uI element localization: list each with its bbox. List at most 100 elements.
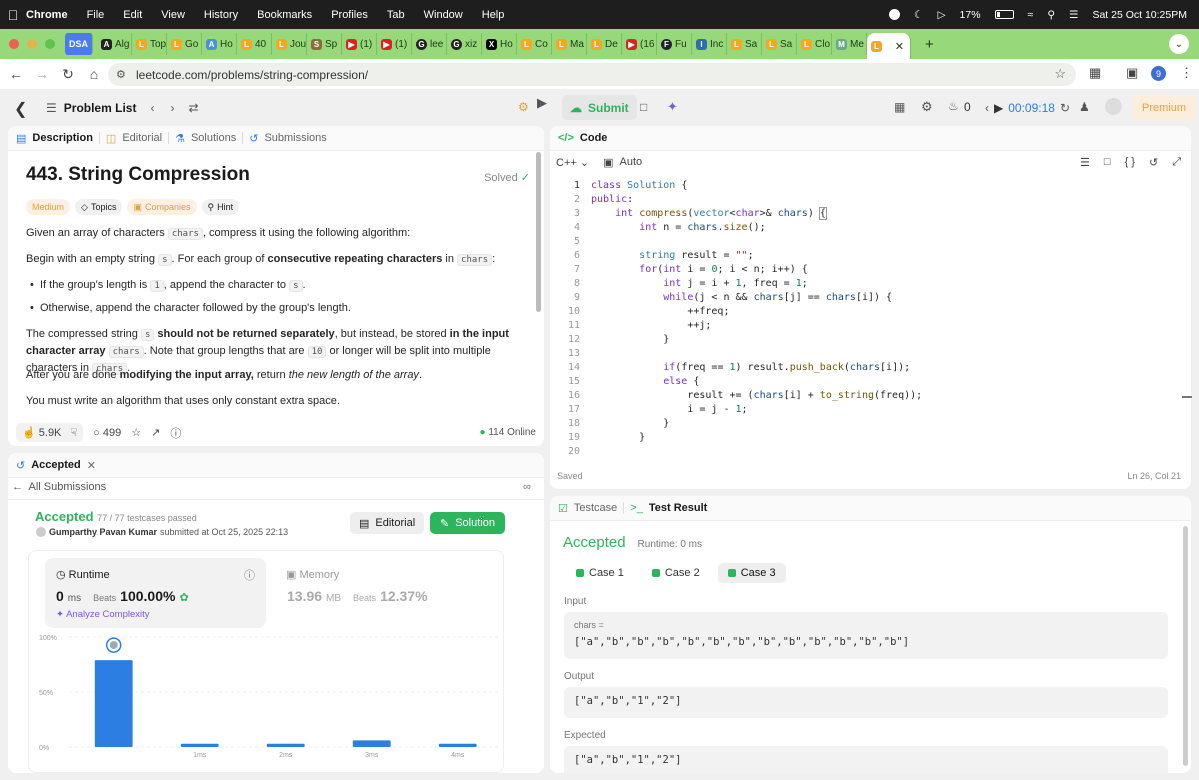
analyze-complexity-link[interactable]: ✦ Analyze Complexity xyxy=(56,609,150,620)
menu-window[interactable]: Window xyxy=(424,9,463,21)
editorial-button[interactable]: ▤ Editorial xyxy=(350,512,425,534)
premium-button[interactable]: Premium xyxy=(1132,95,1197,120)
runtime-distribution-chart[interactable]: 100% 50% 0% 1ms 2ms 3ms 4ms xyxy=(29,629,503,773)
menu-file[interactable]: File xyxy=(87,9,105,21)
layout-icon[interactable]: ▦ xyxy=(894,100,905,114)
browser-tab[interactable]: L De xyxy=(587,33,622,55)
user-avatar[interactable] xyxy=(36,527,46,537)
run-button[interactable]: ▶ xyxy=(537,95,547,111)
clock[interactable]: Sat 25 Oct 10:25PM xyxy=(1092,9,1187,21)
media-icon[interactable]: ▣ xyxy=(1126,65,1138,81)
menu-chrome[interactable]: Chrome xyxy=(26,9,68,21)
wifi-icon[interactable]: ≈ xyxy=(1028,9,1034,21)
case-1-tab[interactable]: Case 1 xyxy=(566,563,634,583)
tab-group-dsa[interactable]: DSA xyxy=(65,33,93,55)
timer-collapse-icon[interactable]: ‹ xyxy=(985,101,989,115)
browser-tab[interactable]: L 40 xyxy=(237,33,272,55)
scrollbar[interactable] xyxy=(1183,526,1188,766)
help-icon[interactable]: ⓘ xyxy=(170,425,181,441)
profile-avatar[interactable]: 9 xyxy=(1151,66,1166,81)
browser-tab[interactable]: F Fu xyxy=(657,33,692,55)
splitter-handle-icon[interactable] xyxy=(1182,396,1192,398)
add-friend-icon[interactable]: ♟ xyxy=(1079,100,1090,114)
star-icon[interactable]: ☆ xyxy=(131,426,141,439)
browser-tab[interactable]: M Me xyxy=(832,33,867,55)
format-icon[interactable]: ☰ xyxy=(1080,156,1090,169)
shuffle-icon[interactable]: ⇄ xyxy=(188,101,198,115)
browser-tab[interactable]: L Top xyxy=(132,33,167,55)
close-window-button[interactable] xyxy=(9,39,19,49)
browser-tab[interactable]: L Sa xyxy=(727,33,762,55)
home-icon[interactable]: ⌂ xyxy=(81,66,107,82)
browser-tab[interactable]: ▶ (16 xyxy=(622,33,657,55)
play-circle-icon[interactable]: ▷ xyxy=(937,9,945,21)
record-icon[interactable] xyxy=(889,9,901,20)
browser-tab[interactable]: ▶ (1) xyxy=(377,33,412,55)
search-icon[interactable]: ⚲ xyxy=(1047,9,1055,21)
browser-tab[interactable]: S Sp xyxy=(307,33,342,55)
memory-label-row[interactable]: ▣ Memory xyxy=(286,568,339,581)
new-tab-button[interactable]: + xyxy=(925,36,934,53)
companies-pill[interactable]: ▣ Companies xyxy=(127,199,197,215)
reload-icon[interactable]: ↻ xyxy=(55,66,81,83)
debug-icon[interactable]: ⚙ xyxy=(518,100,529,114)
menu-profiles[interactable]: Profiles xyxy=(331,9,368,21)
browser-tab[interactable]: Gxiz xyxy=(447,33,482,55)
leetcode-logo-icon[interactable]: ❮ xyxy=(14,99,30,118)
streak-fire-icon[interactable]: ♨ xyxy=(948,99,959,113)
share-icon[interactable]: ↗ xyxy=(151,426,160,439)
browser-tab[interactable]: L Go xyxy=(167,33,202,55)
tab-testcase[interactable]: Testcase xyxy=(574,502,617,514)
input-box[interactable]: chars = ["a","b","b","b","b","b","b","b"… xyxy=(564,612,1168,659)
browser-tab[interactable]: L Jou xyxy=(272,33,307,55)
solution-button[interactable]: ✎ Solution xyxy=(430,512,505,534)
apple-icon[interactable]:  xyxy=(0,7,26,23)
tab-search-icon[interactable]: ⌄ xyxy=(1169,34,1189,54)
browser-tab[interactable]: L Co xyxy=(517,33,552,55)
next-problem-icon[interactable]: › xyxy=(170,101,174,115)
list-icon[interactable]: ☰ xyxy=(46,101,57,115)
prev-problem-icon[interactable]: ‹ xyxy=(150,101,154,115)
like-button[interactable]: ☝ 5.9K ☟ xyxy=(16,423,84,442)
submit-button[interactable]: ☁ Submit xyxy=(562,95,637,120)
problem-list-link[interactable]: Problem List xyxy=(64,101,137,115)
fullscreen-icon[interactable]: ⤢ xyxy=(1172,156,1181,169)
control-center-icon[interactable]: ☰ xyxy=(1069,9,1078,21)
ai-sparkle-icon[interactable]: ✦ xyxy=(667,99,678,115)
case-3-tab[interactable]: Case 3 xyxy=(717,563,786,583)
menu-view[interactable]: View xyxy=(161,9,185,21)
browser-tab[interactable]: L Sa xyxy=(762,33,797,55)
menu-edit[interactable]: Edit xyxy=(123,9,142,21)
timer[interactable]: ‹ ▶ 00:09:18 ↻ xyxy=(985,95,1070,120)
auto-mode[interactable]: Auto xyxy=(619,156,642,168)
moon-icon[interactable]: ☾ xyxy=(914,9,923,21)
tab-editorial[interactable]: Editorial xyxy=(122,132,162,144)
vertical-splitter[interactable] xyxy=(545,300,549,480)
active-tab[interactable]: L ✕ xyxy=(867,33,911,59)
link-icon[interactable]: ∞ xyxy=(523,481,531,493)
browser-tab[interactable]: X Ho xyxy=(482,33,517,55)
notes-icon[interactable]: □ xyxy=(640,100,647,114)
menu-history[interactable]: History xyxy=(204,9,238,21)
extensions-icon[interactable]: ▦ xyxy=(1089,65,1101,81)
close-tab-icon[interactable]: ✕ xyxy=(895,40,904,53)
topics-pill[interactable]: ◇ Topics xyxy=(75,199,123,215)
browser-tab[interactable]: L Clo xyxy=(797,33,832,55)
browser-tab[interactable]: A Ho xyxy=(202,33,237,55)
braces-icon[interactable]: { } xyxy=(1125,156,1135,168)
battery-icon[interactable] xyxy=(994,10,1014,19)
close-tab-icon[interactable]: ✕ xyxy=(87,459,96,472)
timer-play-icon[interactable]: ▶ xyxy=(994,101,1003,115)
comments-button[interactable]: ○ 499 xyxy=(93,427,121,439)
bookmark-star-icon[interactable]: ☆ xyxy=(1054,66,1066,82)
timer-reset-icon[interactable]: ↻ xyxy=(1060,101,1070,115)
language-select[interactable]: C++ ⌄ xyxy=(556,156,589,169)
hint-pill[interactable]: ⚲ Hint xyxy=(201,199,240,215)
reset-icon[interactable]: ↺ xyxy=(1149,156,1158,169)
browser-tab[interactable]: L Ma xyxy=(552,33,587,55)
thumbs-down-icon[interactable]: ☟ xyxy=(70,427,77,439)
bookmark-icon[interactable]: □ xyxy=(1104,156,1111,168)
browser-tab[interactable]: ▶ (1) xyxy=(342,33,377,55)
tab-test-result[interactable]: Test Result xyxy=(649,502,707,514)
menu-help[interactable]: Help xyxy=(482,9,505,21)
